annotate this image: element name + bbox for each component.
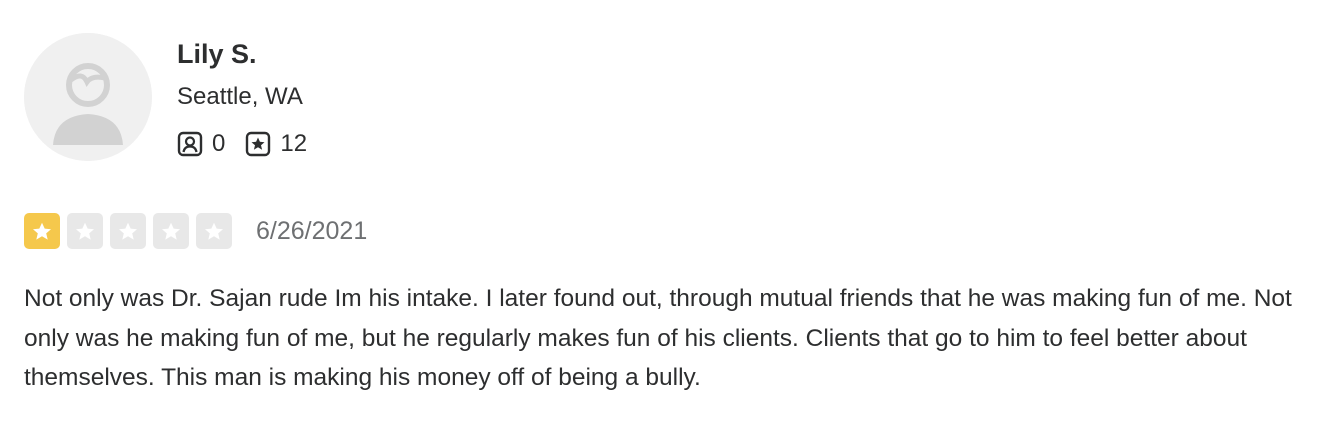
star-filled-icon — [24, 213, 60, 249]
reviews-count: 12 — [280, 130, 308, 157]
review-star-icon — [246, 131, 271, 157]
star-empty-icon — [67, 213, 103, 249]
user-location: Seattle, WA — [177, 83, 303, 110]
review-card: Lily S. Seattle, WA 0 12 6/26/2021 Not o… — [0, 0, 1325, 448]
friends-icon — [177, 131, 203, 157]
user-name[interactable]: Lily S. — [177, 36, 257, 72]
star-rating — [24, 213, 239, 249]
review-text: Not only was Dr. Sajan rude Im his intak… — [24, 285, 1292, 391]
friends-stat: 0 — [177, 130, 225, 158]
user-stats: 0 12 — [177, 127, 327, 161]
star-empty-icon — [196, 213, 232, 249]
star-empty-icon — [153, 213, 189, 249]
default-avatar-icon — [24, 33, 152, 161]
review-date: 6/26/2021 — [256, 216, 368, 245]
star-empty-icon — [110, 213, 146, 249]
friends-count: 0 — [212, 130, 226, 157]
rating-row: 6/26/2021 — [24, 211, 367, 251]
reviews-stat: 12 — [245, 130, 307, 158]
user-avatar[interactable] — [24, 33, 152, 161]
